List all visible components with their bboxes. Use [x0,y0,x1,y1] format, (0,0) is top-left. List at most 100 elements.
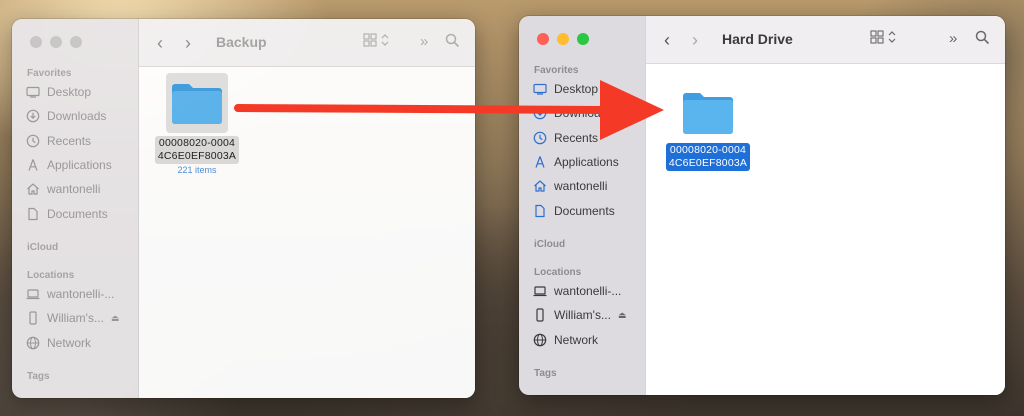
sidebar-item-downloads[interactable]: Downloads [26,109,106,123]
minimize-button[interactable] [557,33,569,45]
sidebar-item-recents[interactable]: Recents [533,131,598,145]
back-button[interactable]: ‹ [157,33,163,54]
applications-icon [535,156,545,168]
sidebar-item-recents[interactable]: Recents [26,134,91,148]
toolbar: ‹ › Hard Drive » [646,16,1005,64]
folder-name-line2: 4C6E0EF8003A [668,157,748,169]
grid-view-icon [870,30,884,44]
phone-icon [29,311,37,325]
sidebar-item-wantonelli[interactable]: wantonelli [533,179,607,193]
file-area: 00008020-0004 4C6E0EF8003A [646,64,1005,395]
double-chevron-icon: » [420,33,429,50]
sidebar-section-tags: Tags [27,371,50,382]
grid-view-icon [363,33,377,47]
sidebar-section-icloud: iCloud [534,239,566,250]
file-area: 00008020-0004 4C6E0EF8003A 221 items [139,67,475,398]
forward-button[interactable]: › [692,30,698,51]
sidebar-section-icloud: iCloud [27,242,59,253]
sidebar-item-label: Documents [554,204,615,218]
close-button[interactable] [30,36,42,48]
globe-icon [533,333,547,347]
back-button[interactable]: ‹ [664,30,670,51]
document-icon [535,204,545,218]
folder-name: 00008020-0004 4C6E0EF8003A [665,143,751,171]
laptop-icon [26,289,40,300]
sidebar-item-wantonelli[interactable]: wantonelli [26,182,100,196]
folder-selection [166,73,228,133]
folder-name-line1: 00008020-0004 [669,144,747,156]
zoom-button[interactable] [577,33,589,45]
toolbar: ‹ › Backup » [139,19,475,67]
sidebar-section-favorites: Favorites [27,68,72,79]
desktop-icon [26,86,40,98]
sidebar-item-network[interactable]: Network [533,333,598,347]
eject-icon[interactable]: ⏏ [111,313,120,324]
sidebar-item-label: wantonelli-... [47,287,115,301]
forward-button[interactable]: › [185,33,191,54]
view-options[interactable] [363,33,390,47]
search-icon [445,33,460,48]
sidebar-item-documents[interactable]: Documents [26,207,108,221]
main-pane: ‹ › Backup » 00008020-0004 4C6E0EF8003A … [139,19,475,398]
sidebar-item-desktop[interactable]: Desktop [533,82,598,96]
clock-icon [533,131,547,145]
applications-icon [28,159,38,171]
window-controls [537,33,589,45]
sidebar-item-label: Recents [554,131,599,145]
main-pane: ‹ › Hard Drive » 00008020-0004 4C6E0EF80… [646,16,1005,395]
finder-window-hard-drive[interactable]: Favorites Desktop Downloads Recents Appl… [519,16,1005,395]
sidebar-section-tags: Tags [534,368,557,379]
sidebar-item-label: wantonelli [47,182,101,196]
search-icon [975,30,990,45]
window-controls [30,36,82,48]
search-button[interactable] [445,33,460,48]
double-chevron-icon: » [949,30,958,47]
sidebar-item-applications[interactable]: Applications [26,158,112,172]
close-button[interactable] [537,33,549,45]
nav-buttons: ‹ › [157,33,191,54]
folder-name-line2: 4C6E0EF8003A [157,150,237,162]
phone-icon [536,308,544,322]
chevron-updown-icon [381,34,389,46]
home-icon [27,183,39,195]
sidebar-item-documents[interactable]: Documents [533,204,615,218]
sidebar-section-locations: Locations [534,267,582,278]
folder-item[interactable]: 00008020-0004 4C6E0EF8003A 221 items [149,73,245,175]
sidebar-item-desktop[interactable]: Desktop [26,85,91,99]
window-title: Hard Drive [722,31,793,47]
zoom-button[interactable] [70,36,82,48]
folder-icon [683,93,733,134]
finder-window-backup[interactable]: Favorites Desktop Downloads Recents Appl… [12,19,475,398]
minimize-button[interactable] [50,36,62,48]
globe-icon [26,336,40,350]
eject-icon[interactable]: ⏏ [618,310,627,321]
window-title: Backup [216,34,267,50]
folder-item[interactable]: 00008020-0004 4C6E0EF8003A [660,86,756,171]
sidebar-item-downloads[interactable]: Downloads [533,106,613,120]
more-button[interactable]: » [420,33,428,50]
home-icon [534,180,546,192]
folder-icon-wrap [677,86,739,140]
nav-buttons: ‹ › [664,30,698,51]
clock-icon [26,134,40,148]
sidebar-item-iphone[interactable]: William's... ⏏ [26,311,119,325]
folder-name-line1: 00008020-0004 [158,137,236,149]
sidebar-item-label: Downloads [47,109,107,123]
sidebar-item-label: Desktop [554,82,599,96]
sidebar-item-label: William's... [47,311,104,325]
sidebar-item-mac[interactable]: wantonelli-... [26,287,114,301]
sidebar-item-iphone[interactable]: William's... ⏏ [533,308,626,322]
more-button[interactable]: » [949,30,957,47]
sidebar-item-label: Applications [554,155,619,169]
sidebar-item-network[interactable]: Network [26,336,91,350]
sidebar-item-label: Network [47,336,92,350]
sidebar-item-label: William's... [554,308,611,322]
downloads-icon [26,109,40,123]
downloads-icon [533,106,547,120]
sidebar-item-mac[interactable]: wantonelli-... [533,284,621,298]
search-button[interactable] [975,30,990,45]
laptop-icon [533,286,547,297]
folder-icon [172,84,222,124]
sidebar-item-applications[interactable]: Applications [533,155,619,169]
view-options[interactable] [870,30,897,44]
